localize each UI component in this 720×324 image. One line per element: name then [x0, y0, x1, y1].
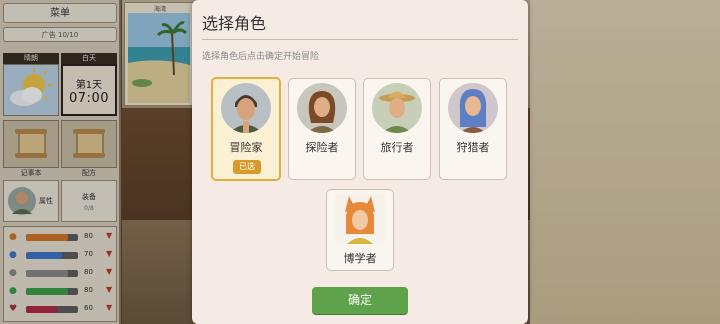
character-name: 探险者	[305, 141, 339, 154]
divider	[202, 39, 518, 40]
character-name: 冒险家	[229, 141, 263, 154]
hunter-portrait	[448, 83, 498, 133]
character-name: 狩猎者	[456, 141, 490, 154]
confirm-button[interactable]: 确定	[312, 287, 408, 314]
adventurer-portrait	[221, 83, 271, 133]
dialog-title: 选择角色	[202, 14, 267, 33]
character-name: 博学者	[343, 252, 377, 265]
character-card-explorer[interactable]: 探险者	[288, 78, 356, 180]
scholar-portrait	[335, 194, 385, 244]
character-card-hunter[interactable]: 狩猎者	[439, 78, 507, 180]
character-name: 旅行者	[380, 141, 414, 154]
traveler-portrait	[372, 83, 422, 133]
character-card-scholar[interactable]: 博学者	[326, 189, 394, 271]
character-card-traveler[interactable]: 旅行者	[363, 78, 431, 180]
dialog-subtitle: 选择角色后点击确定开始冒险	[202, 52, 320, 62]
selected-badge: 已选	[233, 160, 261, 174]
character-card-adventurer[interactable]: 冒险家 已选	[211, 77, 281, 181]
explorer-portrait	[297, 83, 347, 133]
